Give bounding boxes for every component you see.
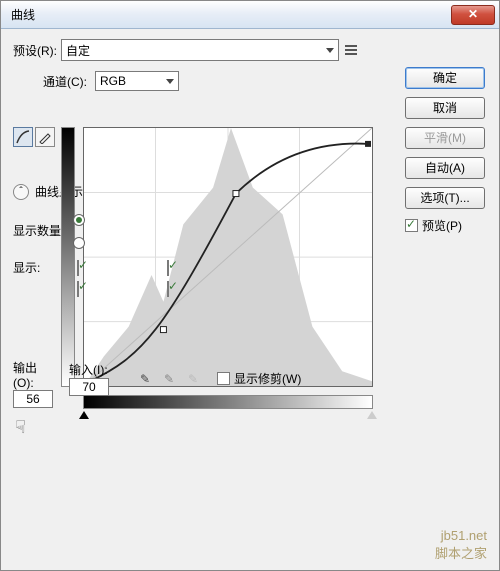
histogram-checkbox[interactable] [77,281,79,297]
preset-menu-icon[interactable] [345,43,363,57]
white-eyedropper-icon[interactable]: ✎ [185,371,201,387]
channel-label: 通道(C): [43,73,87,90]
input-label: 输入(I): [69,361,109,378]
preset-label: 预设(R): [13,42,57,59]
show-clipping-label: 显示修剪(W) [234,370,301,387]
pencil-tool-button[interactable] [35,127,55,147]
preview-label: 预览(P) [422,217,462,234]
channel-select[interactable]: RGB [95,71,179,91]
curve-graph[interactable] [83,127,373,387]
chevron-down-icon [326,48,334,53]
watermark: jb51.net 脚本之家 [435,528,487,562]
ok-button[interactable]: 确定 [405,67,485,89]
curve-tool-button[interactable] [13,127,33,147]
channel-value: RGB [100,74,126,88]
output-gradient [61,127,75,387]
output-input[interactable]: 56 [13,390,53,408]
smooth-button: 平滑(M) [405,127,485,149]
preview-checkbox[interactable] [405,219,418,232]
intersection-checkbox[interactable] [167,281,169,297]
dialog-title: 曲线 [5,6,451,23]
baseline-checkbox[interactable] [167,260,169,276]
section-toggle-button[interactable]: ˆ [13,184,29,200]
gray-eyedropper-icon[interactable]: ✎ [161,371,177,387]
options-button[interactable]: 选项(T)... [405,187,485,209]
output-label: 输出(O): [13,359,57,390]
input-gradient [83,395,373,409]
black-eyedropper-icon[interactable]: ✎ [137,371,153,387]
black-point-slider[interactable] [79,411,89,419]
white-point-slider[interactable] [367,411,377,419]
overlay-checkbox[interactable] [77,260,79,276]
show-clipping-checkbox[interactable] [217,372,230,385]
cancel-button[interactable]: 取消 [405,97,485,119]
close-button[interactable]: ✕ [451,5,495,25]
input-input[interactable]: 70 [69,378,109,396]
pigment-radio[interactable] [73,237,85,249]
preset-select[interactable]: 自定 [61,39,339,61]
auto-button[interactable]: 自动(A) [405,157,485,179]
hand-icon[interactable]: ☟ [15,417,26,438]
light-radio[interactable] [73,214,85,226]
chevron-down-icon [166,79,174,84]
preset-value: 自定 [66,42,90,59]
curves-dialog: 曲线 ✕ 预设(R): 自定 通道(C): RGB [0,0,500,571]
titlebar[interactable]: 曲线 ✕ [1,1,499,29]
